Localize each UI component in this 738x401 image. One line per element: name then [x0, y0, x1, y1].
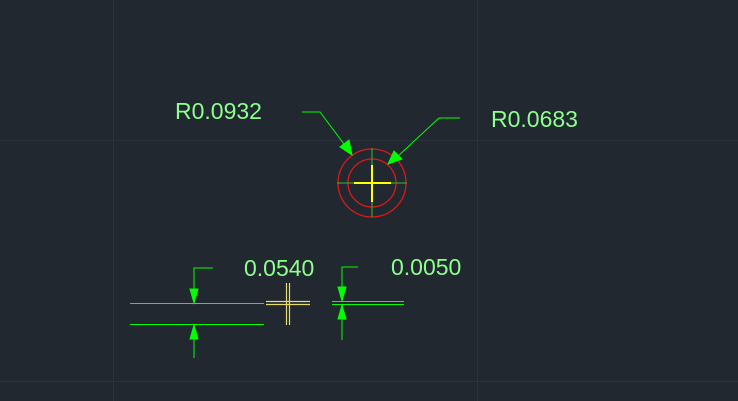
dimension-label-left[interactable]: 0.0540 — [244, 257, 314, 280]
linear-dimension-left[interactable] — [130, 267, 264, 358]
radius-leader-large[interactable] — [302, 111, 353, 157]
center-crosshair-icon — [354, 165, 391, 202]
radius-label-small[interactable]: R0.0683 — [491, 108, 578, 131]
cursor-crosshair-icon — [266, 283, 310, 325]
radius-label-large[interactable]: R0.0932 — [175, 100, 262, 123]
dimension-label-right[interactable]: 0.0050 — [391, 256, 461, 279]
drawing-canvas[interactable] — [0, 0, 738, 401]
grid — [0, 0, 738, 401]
